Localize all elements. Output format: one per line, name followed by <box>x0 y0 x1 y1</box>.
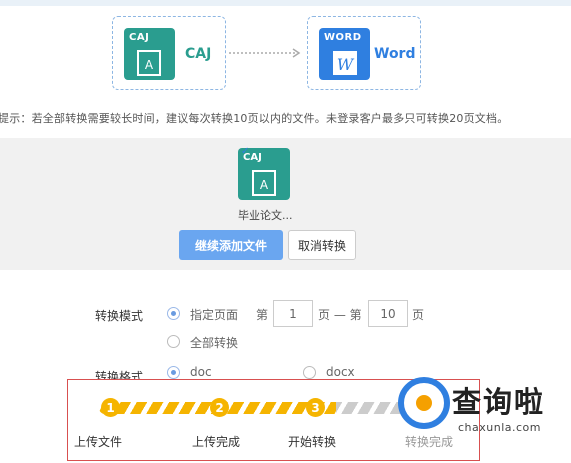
radio-doc[interactable] <box>167 366 180 379</box>
caj-file-icon: CAJ A <box>124 28 175 80</box>
page-range-dash: 页 — 第 <box>318 308 362 322</box>
source-format-label: CAJ <box>185 46 212 62</box>
caj-icon-tag: CAJ <box>129 32 150 43</box>
page-prefix: 第 <box>256 308 269 322</box>
step-3-number: 3 <box>306 398 325 417</box>
target-format-label: Word <box>374 46 416 62</box>
step-2-label: 上传完成 <box>192 435 241 449</box>
watermark-url: chaxunla.com <box>458 421 541 434</box>
add-file-button[interactable]: 继续添加文件 <box>179 230 283 260</box>
source-format-box: CAJ A CAJ <box>112 16 226 90</box>
word-glyph: W <box>337 55 355 74</box>
end-page-input[interactable]: 10 <box>368 300 408 327</box>
step-2-number: 2 <box>210 398 229 417</box>
step-1-number: 1 <box>101 398 120 417</box>
option-doc-label: doc <box>190 365 212 379</box>
radio-docx[interactable] <box>303 366 316 379</box>
check-icon: ✓ <box>241 146 250 157</box>
page-suffix: 页 <box>412 308 425 322</box>
option-docx-label: docx <box>326 365 355 379</box>
cancel-conversion-button[interactable]: 取消转换 <box>288 230 356 260</box>
svg-text:A: A <box>260 178 269 192</box>
mode-label: 转换模式 <box>95 309 144 323</box>
word-file-icon: WORD W <box>319 28 370 80</box>
svg-text:A: A <box>145 58 154 72</box>
radio-all[interactable] <box>167 335 180 348</box>
watermark: 查询啦 chaxunla.com <box>398 377 571 447</box>
watermark-logo-icon <box>398 377 450 429</box>
top-bar <box>0 0 571 6</box>
tip-text: 提示：若全部转换需要较长时间，建议每次转换10页以内的文件。未登录客户最多只可转… <box>0 112 509 125</box>
step-3-label: 开始转换 <box>288 435 337 449</box>
start-page-input[interactable]: 1 <box>273 300 313 327</box>
radio-pages[interactable] <box>167 307 180 320</box>
target-format-box: WORD W Word <box>307 16 421 90</box>
watermark-text: 查询啦 <box>452 385 546 419</box>
conversion-arrow-icon <box>229 48 301 58</box>
option-all-label: 全部转换 <box>190 336 239 350</box>
step-1-label: 上传文件 <box>74 435 123 449</box>
progress-bar-remaining <box>336 402 400 414</box>
option-pages-label: 指定页面 <box>190 308 239 322</box>
uploaded-file-name: 毕业论文... <box>238 209 293 222</box>
word-icon-tag: WORD <box>324 32 362 43</box>
